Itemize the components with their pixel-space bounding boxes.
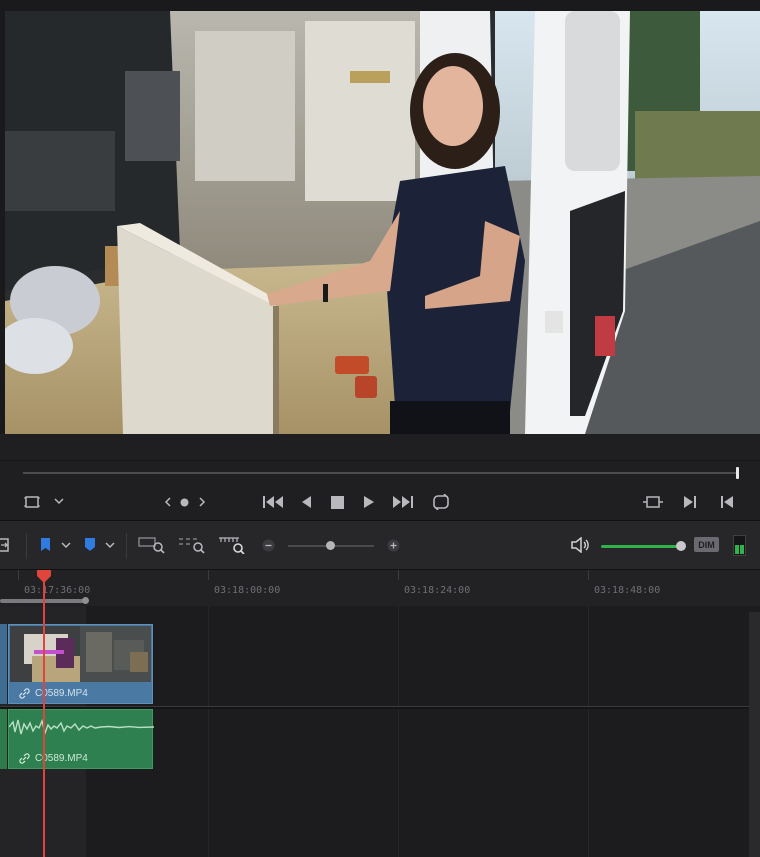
timecode-ruler[interactable]: 03:17:36:00 03:18:00:00 03:18:24:00 03:1… [0,570,760,606]
zoom-in-icon[interactable] [387,539,400,552]
clip-thumbnails [10,626,151,682]
zoom-out-icon[interactable] [262,539,275,552]
audio-level-meter [733,535,746,556]
speaker-icon[interactable] [571,537,591,553]
skip-to-end-icon[interactable] [392,495,414,509]
meter-bar-left [735,545,739,554]
zoom-full-icon[interactable] [138,536,166,554]
zoom-custom-icon[interactable] [218,536,246,554]
audio-clip[interactable]: C0589.MP4 [8,709,154,769]
marker-icon[interactable] [84,538,96,552]
timeline-scrollbar[interactable] [749,612,760,857]
play-reverse-icon[interactable] [300,495,312,509]
viewer-info-strip [0,434,760,460]
transport-bar [0,460,760,520]
ruler-label: 03:18:48:00 [594,585,661,596]
next-frame-icon[interactable] [198,497,206,507]
link-icon [19,753,30,764]
dim-button[interactable]: DIM [694,537,719,552]
link-icon [19,688,30,699]
previous-video-clip[interactable] [0,624,7,704]
viewer-left-edge [0,11,5,434]
thumbnail-strip [10,626,151,682]
clip-label: C0589.MP4 [19,753,88,764]
chevron-down-icon[interactable] [105,541,115,549]
toolbar-separator [126,533,127,559]
grid-line [208,606,209,857]
grid-line [398,606,399,857]
audio-waveform [9,718,154,736]
in-out-range-handle[interactable] [82,597,89,604]
play-icon[interactable] [363,495,375,509]
grid-line [588,606,589,857]
clip-label: C0589.MP4 [19,688,88,699]
video-frame [5,11,760,434]
ruler-tick [208,570,209,580]
timeline-toolbar: DIM [0,520,760,570]
skip-to-start-icon[interactable] [262,495,284,509]
flag-icon[interactable] [40,538,51,552]
video-clip[interactable]: C0589.MP4 [8,624,153,704]
chevron-down-icon[interactable] [54,497,64,505]
top-strip [0,0,760,11]
chevron-down-icon[interactable] [61,541,71,549]
ruler-label: 03:18:24:00 [404,585,471,596]
previous-audio-clip[interactable] [0,709,7,769]
timeline-panel[interactable]: 03:17:36:00 03:18:00:00 03:18:24:00 03:1… [0,570,760,857]
volume-slider-knob[interactable] [676,541,686,551]
prev-frame-icon[interactable] [164,497,172,507]
playhead-handle[interactable] [37,570,51,583]
stop-icon[interactable] [331,496,344,509]
volume-slider-track[interactable] [601,545,681,548]
ruler-tick [398,570,399,580]
insert-clip-icon[interactable] [0,537,10,553]
toolbar-separator [26,533,27,559]
playhead-line[interactable] [43,576,45,857]
zoom-slider-knob[interactable] [326,541,335,550]
dot-icon[interactable] [180,498,189,507]
meter-bar-right [740,545,744,554]
mark-in-icon[interactable] [683,495,697,509]
ruler-label: 03:18:00:00 [214,585,281,596]
mark-out-icon[interactable] [720,495,734,509]
ruler-tick [18,570,19,580]
viewer-frame-icon[interactable] [24,495,40,509]
zoom-detail-icon[interactable] [178,536,206,554]
scrubber-handle[interactable] [736,467,739,479]
ruler-tick [588,570,589,580]
scrubber-track[interactable] [23,472,737,474]
ruler-label: 03:17:36:00 [24,585,91,596]
video-viewer[interactable] [0,11,760,434]
loop-icon[interactable] [430,494,452,510]
match-frame-icon[interactable] [643,495,663,509]
